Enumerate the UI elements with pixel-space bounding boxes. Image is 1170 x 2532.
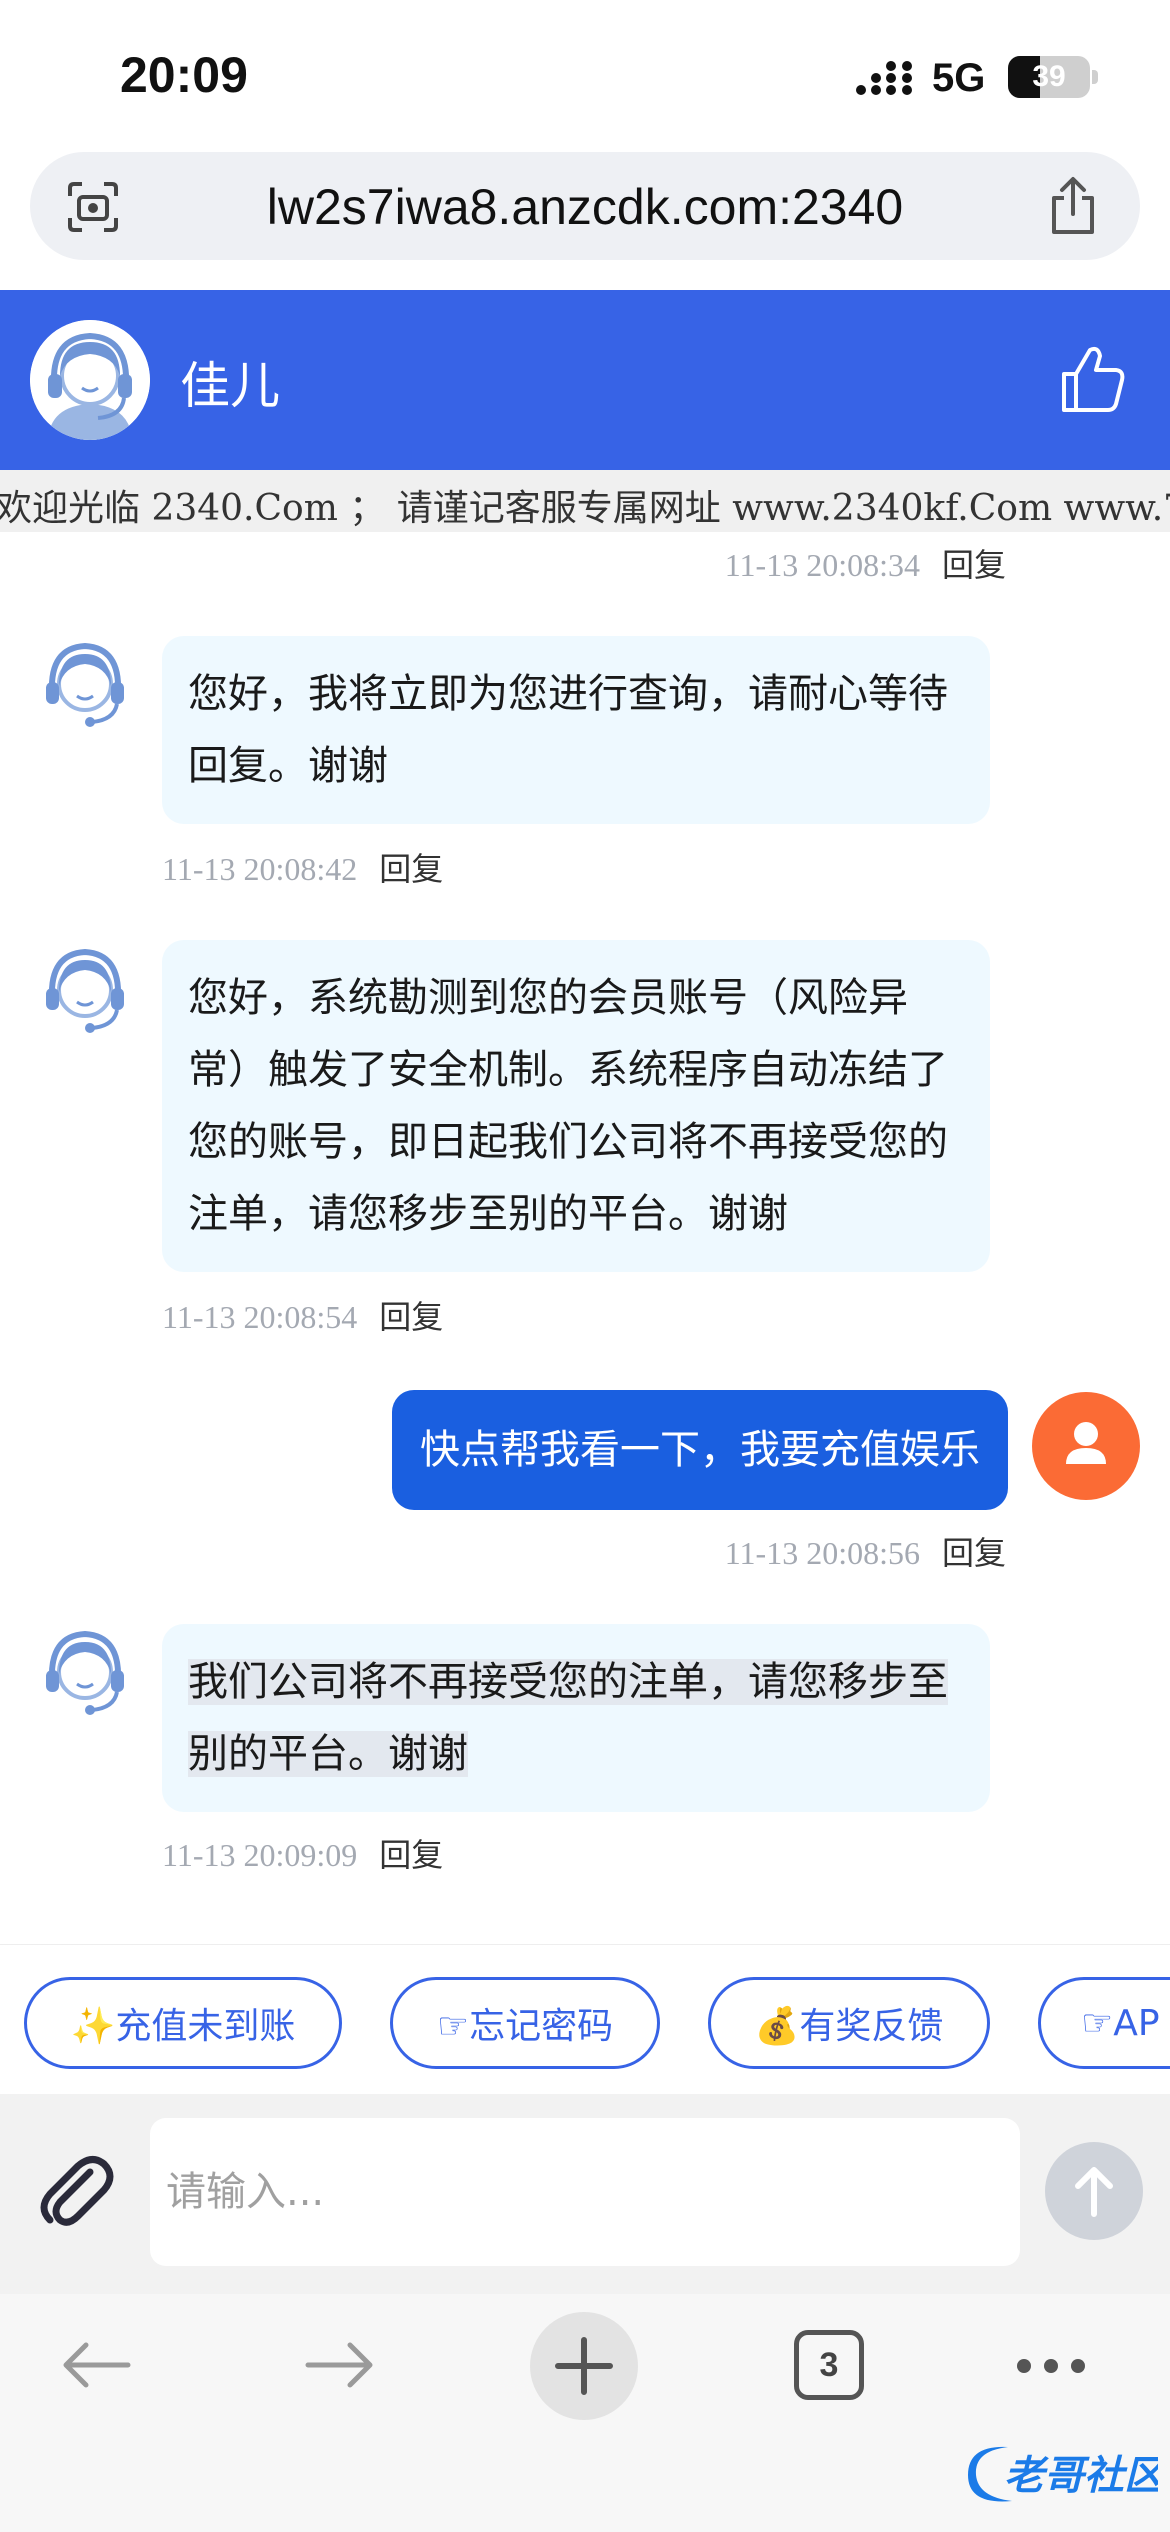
agent-avatar-icon xyxy=(46,948,124,1033)
thumbs-up-icon[interactable] xyxy=(1060,344,1126,414)
scan-icon[interactable] xyxy=(66,180,120,234)
tab-count-button[interactable]: 3 xyxy=(794,2330,864,2400)
reply-button[interactable]: 回复 xyxy=(379,850,443,888)
message-composer xyxy=(0,2094,1170,2294)
message-meta: 11-13 20:08:56 回复 xyxy=(725,1528,1006,1574)
agent-message-bubble: 您好，我将立即为您进行查询，请耐心等待回复。谢谢 xyxy=(162,636,990,824)
announcement-text: 欢迎光临 2340.Com ； 请谨记客服专属网址 www.2340kf.Com… xyxy=(0,488,1170,529)
agent-message-bubble: 您好，系统勘测到您的会员账号（风险异常）触发了安全机制。系统程序自动冻结了您的账… xyxy=(162,940,990,1272)
message-time: 11-13 20:08:42 xyxy=(162,851,358,887)
send-button[interactable] xyxy=(1045,2142,1143,2240)
more-icon[interactable] xyxy=(1014,2356,1088,2376)
quick-reply-forgot-password[interactable]: ☞忘记密码 xyxy=(390,1977,660,2069)
message-input[interactable] xyxy=(150,2118,1020,2266)
arrow-up-icon xyxy=(1075,2167,1113,2217)
reply-button[interactable]: 回复 xyxy=(942,546,1006,584)
message-time: 11-13 20:08:56 xyxy=(724,1535,920,1571)
agent-avatar-icon xyxy=(46,642,124,727)
user-avatar xyxy=(1032,1392,1140,1500)
paperclip-icon[interactable] xyxy=(34,2150,116,2232)
agent-avatar xyxy=(30,320,150,440)
quick-reply-recharge[interactable]: ✨充值未到账 xyxy=(24,1977,342,2069)
reply-button[interactable]: 回复 xyxy=(379,1836,443,1874)
community-logo: 老哥社区 xyxy=(968,2446,1170,2502)
chat-messages[interactable]: 11-13 20:08:34 回复 您好，我将立即为您进行查询，请耐心等待回复。谢… xyxy=(0,532,1170,1942)
browser-toolbar: 3 老哥社区 xyxy=(0,2294,1170,2532)
address-bar[interactable]: lw2s7iwa8.anzcdk.com:2340 xyxy=(30,152,1140,260)
back-arrow-icon[interactable] xyxy=(60,2340,132,2390)
chat-header: 佳儿 xyxy=(0,290,1170,470)
message-time: 11-13 20:08:34 xyxy=(724,547,920,583)
agent-avatar-icon xyxy=(46,1630,124,1715)
status-time: 20:09 xyxy=(120,47,248,103)
quick-replies: ✨充值未到账 ☞忘记密码 💰有奖反馈 ☞AP xyxy=(0,1944,1170,2094)
reply-button[interactable]: 回复 xyxy=(379,1298,443,1336)
reply-button[interactable]: 回复 xyxy=(942,1534,1006,1572)
watermark-logo: 老哥社区 xyxy=(928,2435,1170,2526)
agent-name: 佳儿 xyxy=(180,357,280,415)
battery-icon: 39 xyxy=(1008,56,1090,98)
quick-reply-feedback[interactable]: 💰有奖反馈 xyxy=(708,1977,990,2069)
message-time: 11-13 20:08:54 xyxy=(162,1299,358,1335)
status-bar: 20:09 5G 39 xyxy=(0,0,1170,150)
support-agent-icon xyxy=(30,320,150,440)
user-icon xyxy=(1066,1422,1106,1464)
network-label: 5G xyxy=(932,56,986,100)
announcement-marquee: 欢迎光临 2340.Com ； 请谨记客服专属网址 www.2340kf.Com… xyxy=(0,470,1170,532)
svg-text:老哥社区: 老哥社区 xyxy=(1004,2453,1158,2499)
agent-message-text: 我们公司将不再接受您的注单，请您移步至别的平台。谢谢 xyxy=(188,1659,948,1777)
new-tab-button[interactable] xyxy=(530,2312,638,2420)
share-icon[interactable] xyxy=(1046,176,1100,236)
plus-icon xyxy=(555,2337,613,2395)
message-meta: 11-13 20:08:54 回复 xyxy=(162,1292,443,1338)
message-meta: 11-13 20:08:34 回复 xyxy=(725,540,1006,586)
agent-message-bubble: 我们公司将不再接受您的注单，请您移步至别的平台。谢谢 xyxy=(162,1624,990,1812)
forward-arrow-icon[interactable] xyxy=(304,2340,376,2390)
message-meta: 11-13 20:09:09 回复 xyxy=(162,1830,443,1876)
user-message-bubble: 快点帮我看一下，我要充值娱乐 xyxy=(392,1390,1008,1510)
quick-reply-app[interactable]: ☞AP xyxy=(1038,1977,1170,2069)
url-text[interactable]: lw2s7iwa8.anzcdk.com:2340 xyxy=(150,178,1020,236)
battery-cap xyxy=(1092,70,1098,84)
message-meta: 11-13 20:08:42 回复 xyxy=(162,844,443,890)
signal-icon xyxy=(856,61,912,95)
battery-percent: 39 xyxy=(1032,60,1066,93)
message-time: 11-13 20:09:09 xyxy=(162,1837,358,1873)
